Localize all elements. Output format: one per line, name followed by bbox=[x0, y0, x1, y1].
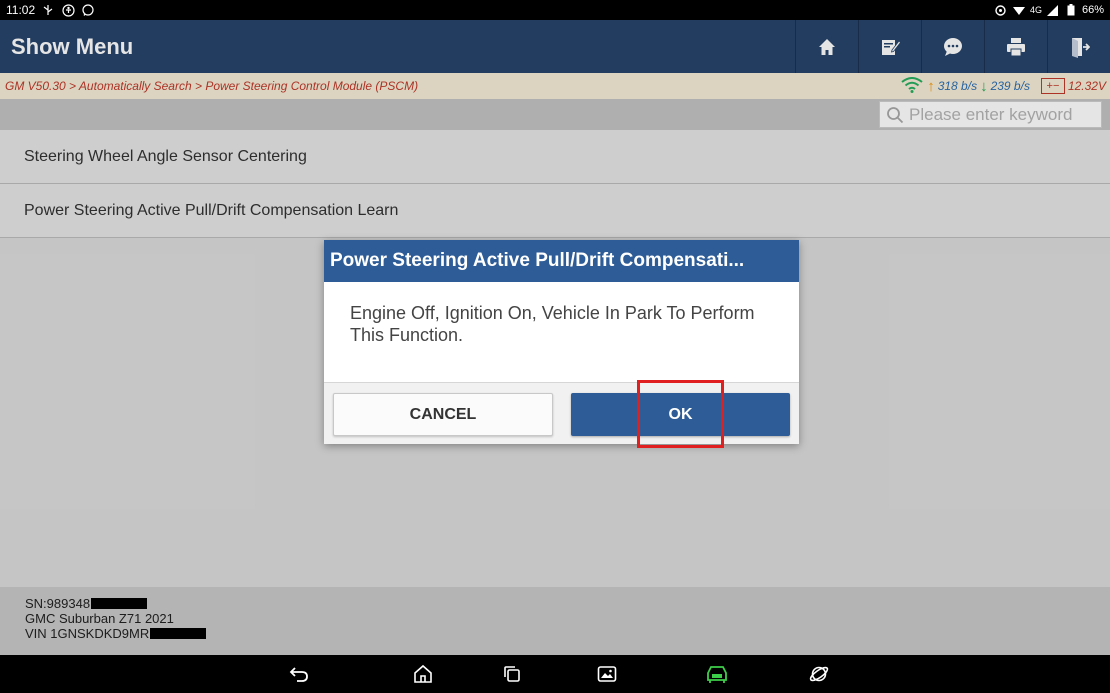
image-icon bbox=[597, 666, 617, 682]
recents-button[interactable] bbox=[500, 662, 524, 686]
dialog-message: Engine Off, Ignition On, Vehicle In Park… bbox=[350, 303, 755, 345]
battery-icon bbox=[1064, 3, 1078, 17]
home-outline-icon bbox=[414, 664, 432, 683]
network-type: 4G bbox=[1029, 5, 1042, 15]
planet-icon bbox=[809, 666, 829, 682]
signal-icon bbox=[1046, 3, 1060, 17]
back-icon bbox=[289, 667, 308, 682]
usb-icon bbox=[41, 3, 55, 17]
back-button[interactable] bbox=[287, 662, 311, 686]
sync-icon bbox=[994, 3, 1008, 17]
wifi-icon bbox=[1012, 3, 1026, 17]
status-bar: 11:02 4G 66% bbox=[0, 0, 1110, 20]
home-nav-button[interactable] bbox=[411, 662, 435, 686]
browser-button[interactable] bbox=[807, 662, 831, 686]
vci-button[interactable] bbox=[705, 662, 729, 686]
screenshot-button[interactable] bbox=[595, 662, 619, 686]
dialog-title: Power Steering Active Pull/Drift Compens… bbox=[324, 240, 799, 282]
accessibility-icon bbox=[61, 3, 75, 17]
vci-car-icon bbox=[707, 666, 727, 683]
dialog-actions: CANCEL OK bbox=[324, 382, 799, 444]
ok-button[interactable]: OK bbox=[571, 393, 790, 436]
system-nav-bar bbox=[0, 655, 1110, 693]
cancel-button[interactable]: CANCEL bbox=[333, 393, 553, 436]
message-icon bbox=[81, 3, 95, 17]
recents-icon bbox=[504, 666, 520, 682]
screen: 11:02 4G 66% Show Menu GM V50.30 > Autom… bbox=[0, 0, 1110, 693]
battery-level: 66% bbox=[1081, 4, 1104, 16]
confirm-dialog: Power Steering Active Pull/Drift Compens… bbox=[324, 240, 799, 444]
status-time: 11:02 bbox=[6, 3, 36, 17]
